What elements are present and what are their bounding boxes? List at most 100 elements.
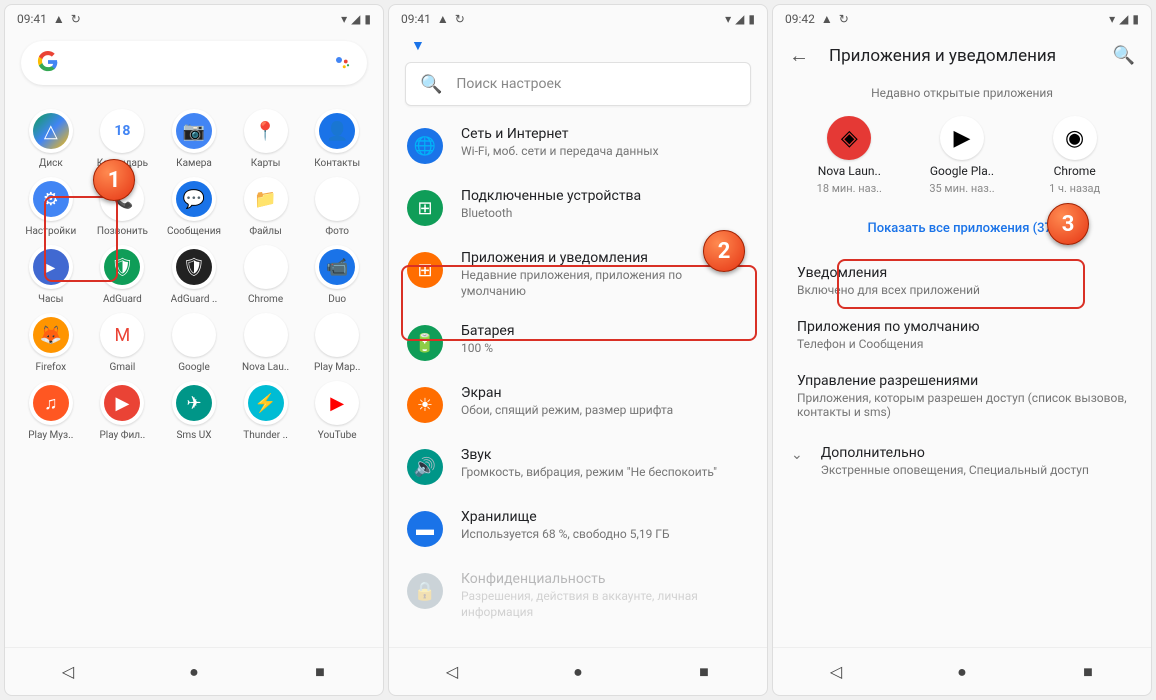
recent-app-icon: ◈	[827, 116, 871, 160]
app-item[interactable]: ⚙Настройки	[17, 177, 85, 237]
setting-item[interactable]: 🔊ЗвукГромкость, вибрация, режим "Не бесп…	[389, 435, 767, 497]
app-icon: ▸	[33, 249, 69, 285]
app-icon: △	[33, 113, 69, 149]
setting-title: Батарея	[461, 323, 749, 339]
recent-app-item[interactable]: ▶Google Pla..35 мин. наз..	[917, 116, 1007, 195]
detail-item[interactable]: Приложения по умолчаниюТелефон и Сообщен…	[773, 308, 1151, 362]
setting-item[interactable]: ⊞Подключенные устройстваBluetooth	[389, 176, 767, 238]
callout-badge-1: 1	[93, 159, 135, 201]
nav-recents-button[interactable]: ■	[1076, 660, 1100, 684]
app-item[interactable]: 👤Контакты	[303, 109, 371, 169]
app-icon: ▶	[319, 385, 355, 421]
app-item[interactable]: ◉Chrome	[232, 245, 300, 305]
app-item[interactable]: ▶Play Фил..	[89, 381, 157, 441]
app-item[interactable]: ◈Nova Lau..	[232, 313, 300, 373]
nav-home-button[interactable]: ●	[182, 660, 206, 684]
app-label: Play Мар..	[314, 362, 360, 373]
app-icon: ⚙	[33, 181, 69, 217]
app-label: Play Муз..	[28, 430, 73, 441]
setting-sub: 100 %	[461, 341, 749, 357]
battery-icon: ▮	[1132, 12, 1139, 26]
app-icon: 🦊	[33, 317, 69, 353]
setting-item[interactable]: 🔋Батарея100 %	[389, 311, 767, 373]
app-item[interactable]: △Диск	[17, 109, 85, 169]
setting-icon: ☀	[407, 387, 443, 423]
recent-app-icon: ◉	[1053, 116, 1097, 160]
app-icon: 🛡	[176, 249, 212, 285]
status-time: 09:41	[17, 12, 47, 26]
wifi-icon: ▾	[725, 12, 731, 26]
app-item[interactable]: 📁Файлы	[232, 177, 300, 237]
signal-icon: ◢	[351, 12, 360, 26]
setting-item[interactable]: 🌐Сеть и ИнтернетWi-Fi, моб. сети и перед…	[389, 114, 767, 176]
setting-title: Конфиденциальность	[461, 571, 749, 587]
search-icon[interactable]: 🔍	[1113, 45, 1135, 66]
warning-icon: ▲	[821, 12, 833, 26]
header: ← Приложения и уведомления 🔍	[773, 33, 1151, 78]
detail-sub: Телефон и Сообщения	[797, 337, 1127, 351]
detail-item[interactable]: Управление разрешениямиПриложения, котор…	[773, 362, 1151, 430]
nav-back-button[interactable]: ◁	[56, 660, 80, 684]
nav-bar: ◁ ● ■	[5, 647, 383, 695]
app-icon: ♫	[33, 385, 69, 421]
app-item[interactable]: 🛡AdGuard	[89, 245, 157, 305]
settings-search[interactable]: 🔍 Поиск настроек	[405, 62, 751, 106]
app-label: Sms UX	[176, 430, 211, 441]
setting-item[interactable]: 🔒КонфиденциальностьРазрешения, действия …	[389, 559, 767, 632]
app-label: AdGuard ..	[171, 294, 218, 305]
app-label: Камера	[176, 158, 212, 169]
recent-apps-row: ◈Nova Laun..18 мин. наз..▶Google Pla..35…	[773, 108, 1151, 207]
recent-app-name: Chrome	[1054, 164, 1096, 178]
nav-back-button[interactable]: ◁	[824, 660, 848, 684]
nav-back-button[interactable]: ◁	[440, 660, 464, 684]
app-item[interactable]: ▸Часы	[17, 245, 85, 305]
app-icon: 18	[104, 113, 140, 149]
recent-app-item[interactable]: ◈Nova Laun..18 мин. наз..	[804, 116, 894, 195]
app-item[interactable]: GGoogle	[160, 313, 228, 373]
nav-recents-button[interactable]: ■	[692, 660, 716, 684]
app-item[interactable]: MGmail	[89, 313, 157, 373]
app-item[interactable]: 🛡 AdGuard ..	[160, 245, 228, 305]
app-item[interactable]: ▶ YouTube	[303, 381, 371, 441]
app-label: AdGuard	[103, 294, 142, 305]
app-label: Thunder ..	[243, 430, 288, 441]
nav-bar: ◁ ● ■	[389, 647, 767, 695]
nav-home-button[interactable]: ●	[566, 660, 590, 684]
recent-app-item[interactable]: ◉Chrome1 ч. назад	[1030, 116, 1120, 195]
app-icon: ▶	[104, 385, 140, 421]
app-item[interactable]: 💬Сообщения	[160, 177, 228, 237]
app-item[interactable]: ♫ Play Муз..	[17, 381, 85, 441]
app-item[interactable]: 📷 Камера	[160, 109, 228, 169]
app-label: Карты	[251, 158, 281, 169]
app-item[interactable]: 📹Duo	[303, 245, 371, 305]
app-icon: 📷	[176, 113, 212, 149]
app-icon: M	[104, 317, 140, 353]
setting-sub: Недавние приложения, приложения по умолч…	[461, 268, 749, 299]
app-item[interactable]: ✦Фото	[303, 177, 371, 237]
app-label: YouTube	[318, 430, 357, 441]
app-item[interactable]: 🦊Firefox	[17, 313, 85, 373]
status-bar: 09:41 ▲ ↻ ▾ ◢ ▮	[5, 5, 383, 33]
setting-icon: 🌐	[407, 128, 443, 164]
back-arrow-icon[interactable]: ←	[789, 43, 809, 68]
detail-item[interactable]: УведомленияВключено для всех приложений	[773, 254, 1151, 308]
app-item[interactable]: ✈Sms UX	[160, 381, 228, 441]
setting-icon: ▬	[407, 511, 443, 547]
app-label: Файлы	[249, 226, 281, 237]
assistant-icon[interactable]	[333, 54, 351, 72]
recent-app-name: Google Pla..	[930, 164, 994, 178]
recent-app-name: Nova Laun..	[818, 164, 881, 178]
warning-icon: ▲	[53, 12, 65, 26]
show-all-apps-button[interactable]: Показать все приложения (37)	[773, 207, 1151, 250]
app-item[interactable]: ▶Play Мар..	[303, 313, 371, 373]
app-item[interactable]: 📍Карты	[232, 109, 300, 169]
setting-item[interactable]: ▬ХранилищеИспользуется 68 %, свободно 5,…	[389, 497, 767, 559]
advanced-item[interactable]: ⌄ Дополнительно Экстренные оповещения, С…	[773, 434, 1151, 488]
app-item[interactable]: ⚡Thunder ..	[232, 381, 300, 441]
nav-bar: ◁ ● ■	[773, 647, 1151, 695]
nav-home-button[interactable]: ●	[950, 660, 974, 684]
app-label: Nova Lau..	[242, 362, 289, 373]
nav-recents-button[interactable]: ■	[308, 660, 332, 684]
setting-item[interactable]: ☀ЭкранОбои, спящий режим, размер шрифта	[389, 373, 767, 435]
google-search-bar[interactable]	[21, 41, 367, 85]
